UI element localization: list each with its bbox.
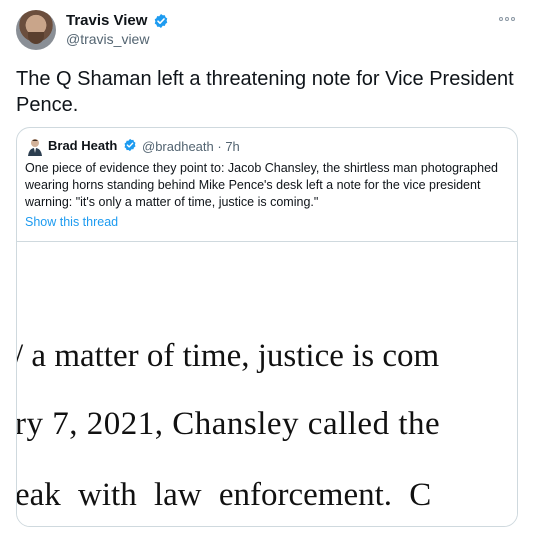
author-handle[interactable]: @travis_view — [66, 31, 149, 47]
quoted-tweet-image[interactable]: / a matter of time, justice is com ry 7,… — [17, 241, 517, 526]
document-text-line: ry 7, 2021, Chansley called the — [17, 406, 441, 442]
quoted-author-handle-time[interactable]: @bradheath · 7h — [142, 139, 240, 154]
document-text-line: / a matter of time, justice is com — [17, 338, 440, 374]
tweet: Travis View @travis_view The Q Shaman le… — [0, 0, 540, 540]
quoted-author-avatar[interactable] — [27, 138, 43, 156]
quoted-author-handle[interactable]: @bradheath — [142, 139, 214, 154]
quoted-tweet-time[interactable]: · 7h — [217, 139, 239, 154]
quoted-tweet-card[interactable]: Brad Heath @bradheath · 7h One piece of … — [16, 127, 518, 527]
verified-badge-icon — [154, 14, 168, 28]
author-name[interactable]: Travis View — [66, 12, 147, 29]
show-this-thread-link[interactable]: Show this thread — [25, 215, 118, 229]
quoted-tweet-text: One piece of evidence they point to: Jac… — [25, 161, 498, 209]
tweet-text: The Q Shaman left a threatening note for… — [16, 68, 514, 116]
document-text-line: eak with law enforcement. C — [17, 477, 432, 513]
more-options-icon[interactable] — [496, 12, 518, 26]
quoted-verified-badge-icon — [124, 138, 136, 152]
author-avatar[interactable] — [16, 10, 56, 50]
quoted-author-name[interactable]: Brad Heath — [48, 138, 117, 153]
